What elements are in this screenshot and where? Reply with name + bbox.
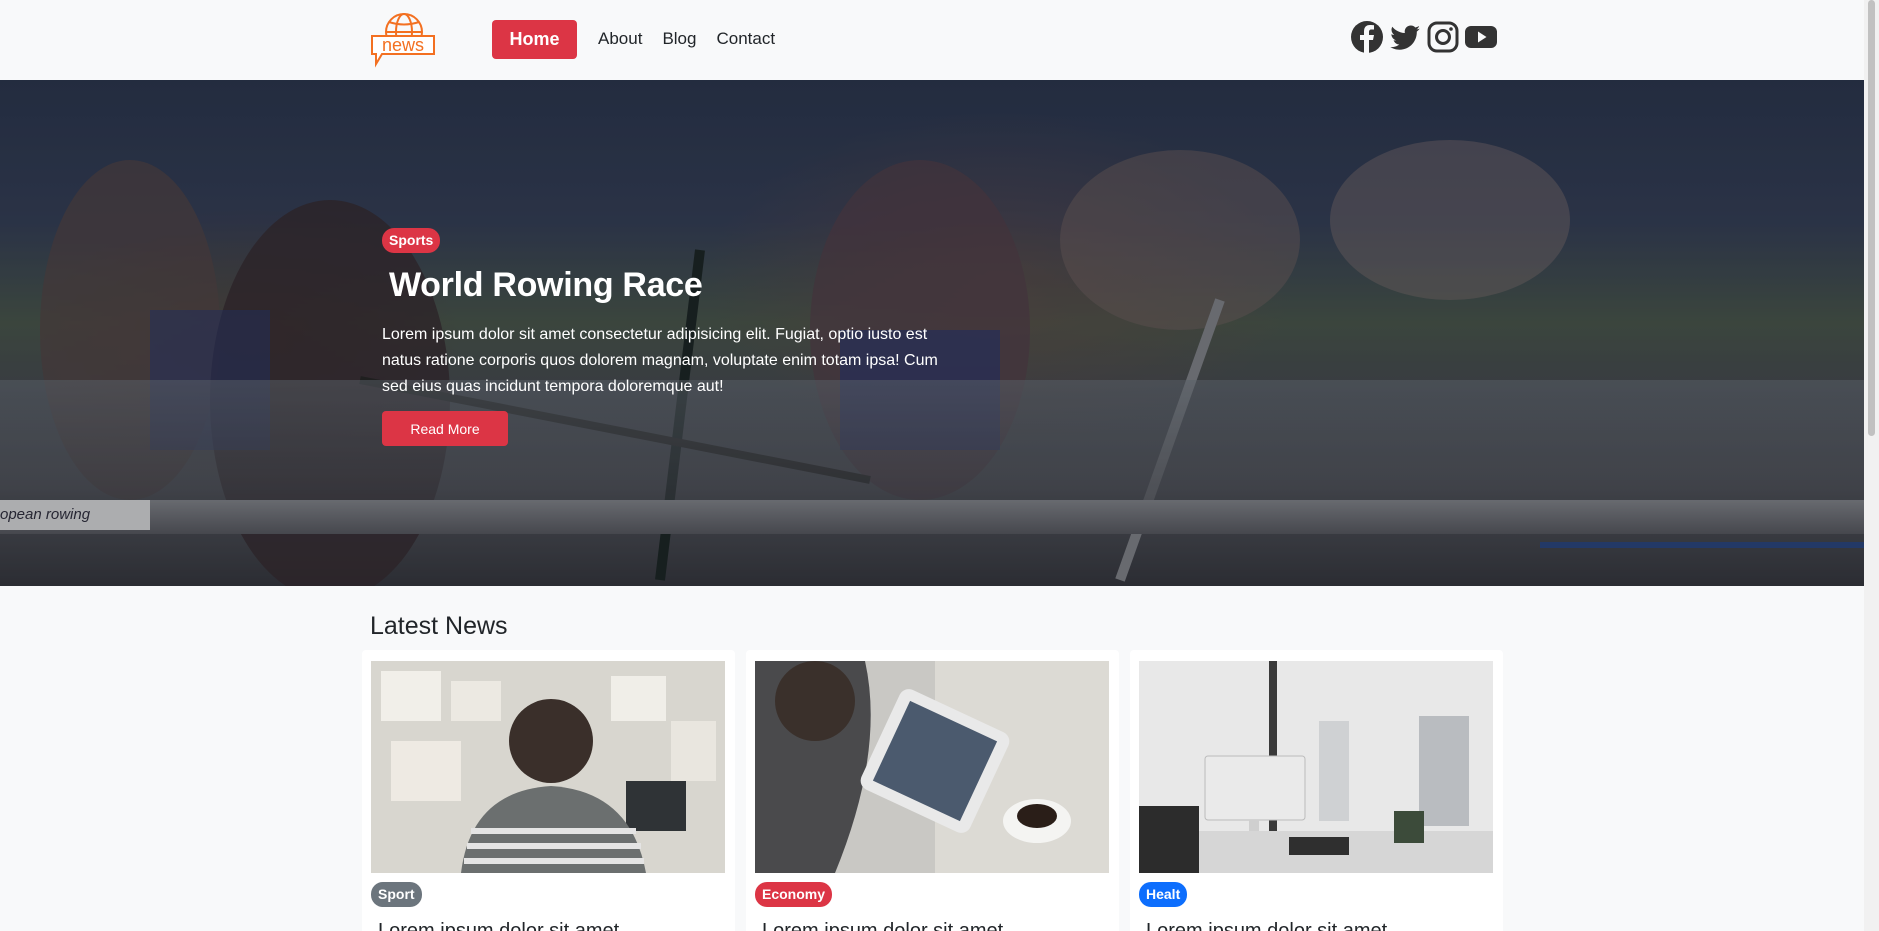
page-scrollbar[interactable] [1864,0,1879,931]
news-card-badge[interactable]: Economy [755,882,833,907]
news-card[interactable]: Sport Lorem ipsum dolor sit amet [362,650,735,931]
latest-news-title: Latest News [370,612,508,640]
hero-text: Lorem ipsum dolor sit amet consectetur a… [382,326,938,395]
nav-home-button[interactable]: Home [492,19,577,59]
social-links [1350,20,1498,54]
news-card-badge[interactable]: Sport [371,882,422,907]
scrollbar-thumb[interactable] [1868,0,1875,436]
twitter-icon[interactable] [1388,20,1422,54]
office-desk-image [1139,661,1493,873]
news-card-image[interactable] [755,661,1109,873]
hero-title: World Rowing Race [389,266,703,304]
nav-link-about[interactable]: About [598,29,642,49]
news-card[interactable]: Healt Lorem ipsum dolor sit amet [1130,650,1503,931]
news-card-title[interactable]: Lorem ipsum dolor sit amet [762,920,1003,931]
nav-link-contact[interactable]: Contact [716,29,775,49]
news-card-image[interactable] [1139,661,1493,873]
news-logo[interactable]: news [370,10,438,70]
youtube-icon[interactable] [1464,20,1498,54]
news-card-badge[interactable]: Healt [1139,882,1188,907]
logo-text: news [382,35,424,55]
facebook-icon[interactable] [1350,20,1384,54]
tablet-reading-image [755,661,1109,873]
nav-links: Home About Blog Contact [492,19,795,59]
instagram-icon[interactable] [1426,20,1460,54]
nav-link-blog[interactable]: Blog [662,29,696,49]
news-card[interactable]: Economy Lorem ipsum dolor sit amet [746,650,1119,931]
news-card-image[interactable] [371,661,725,873]
news-card-title[interactable]: Lorem ipsum dolor sit amet [1146,920,1387,931]
office-wall-image [371,661,725,873]
hero-banner: opean rowing Sports World Rowing Race Lo… [0,80,1864,586]
navbar: news Home About Blog Contact [0,0,1864,80]
hero-content: Sports World Rowing Race Lorem ipsum dol… [382,228,942,446]
hero-category-badge[interactable]: Sports [382,228,441,253]
news-card-title[interactable]: Lorem ipsum dolor sit amet [378,920,619,931]
read-more-button[interactable]: Read More [382,411,508,446]
globe-logo-icon: news [371,13,435,68]
